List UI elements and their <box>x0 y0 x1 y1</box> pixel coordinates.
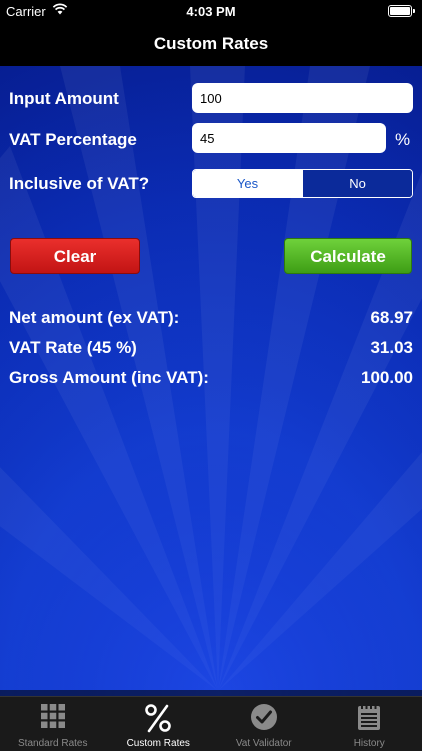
tab-label: Custom Rates <box>106 738 212 749</box>
percent-icon <box>143 703 173 738</box>
gross-amount-label: Gross Amount (inc VAT): <box>9 368 209 388</box>
inclusive-vat-label: Inclusive of VAT? <box>9 174 149 194</box>
tab-label: Vat Validator <box>211 738 317 749</box>
notepad-icon <box>357 703 381 736</box>
input-amount-label: Input Amount <box>9 89 119 109</box>
segment-yes[interactable]: Yes <box>193 170 302 197</box>
tab-label: Standard Rates <box>0 738 106 749</box>
net-amount-value: 68.97 <box>370 308 413 328</box>
nav-bar: Custom Rates <box>0 22 422 66</box>
tab-bar: Standard Rates Custom Rates Vat Validato… <box>0 696 422 751</box>
vat-rate-label: VAT Rate (45 %) <box>9 338 137 358</box>
vat-rate-value: 31.03 <box>370 338 413 358</box>
tab-history[interactable]: History <box>317 697 422 751</box>
input-amount-field[interactable] <box>192 83 413 113</box>
main-content: Input Amount VAT Percentage % Inclusive … <box>0 66 422 696</box>
tab-label: History <box>317 738 422 749</box>
vat-percentage-label: VAT Percentage <box>9 130 137 150</box>
battery-icon <box>388 5 412 17</box>
net-amount-label: Net amount (ex VAT): <box>9 308 179 328</box>
checkmark-icon <box>250 703 278 736</box>
gross-amount-value: 100.00 <box>361 368 413 388</box>
page-title: Custom Rates <box>154 34 268 53</box>
vat-percentage-field[interactable] <box>192 123 386 153</box>
calculate-button[interactable]: Calculate <box>284 238 412 274</box>
status-bar: Carrier 4:03 PM <box>0 0 422 22</box>
segment-no[interactable]: No <box>302 170 412 197</box>
tab-standard-rates[interactable]: Standard Rates <box>0 697 106 751</box>
tab-custom-rates[interactable]: Custom Rates <box>106 697 212 751</box>
percent-sign: % <box>395 130 410 150</box>
grid-icon <box>40 703 66 734</box>
status-time: 4:03 PM <box>0 4 422 19</box>
inclusive-vat-segmented-control: Yes No <box>192 169 413 198</box>
tab-vat-validator[interactable]: Vat Validator <box>211 697 317 751</box>
clear-button[interactable]: Clear <box>10 238 140 274</box>
